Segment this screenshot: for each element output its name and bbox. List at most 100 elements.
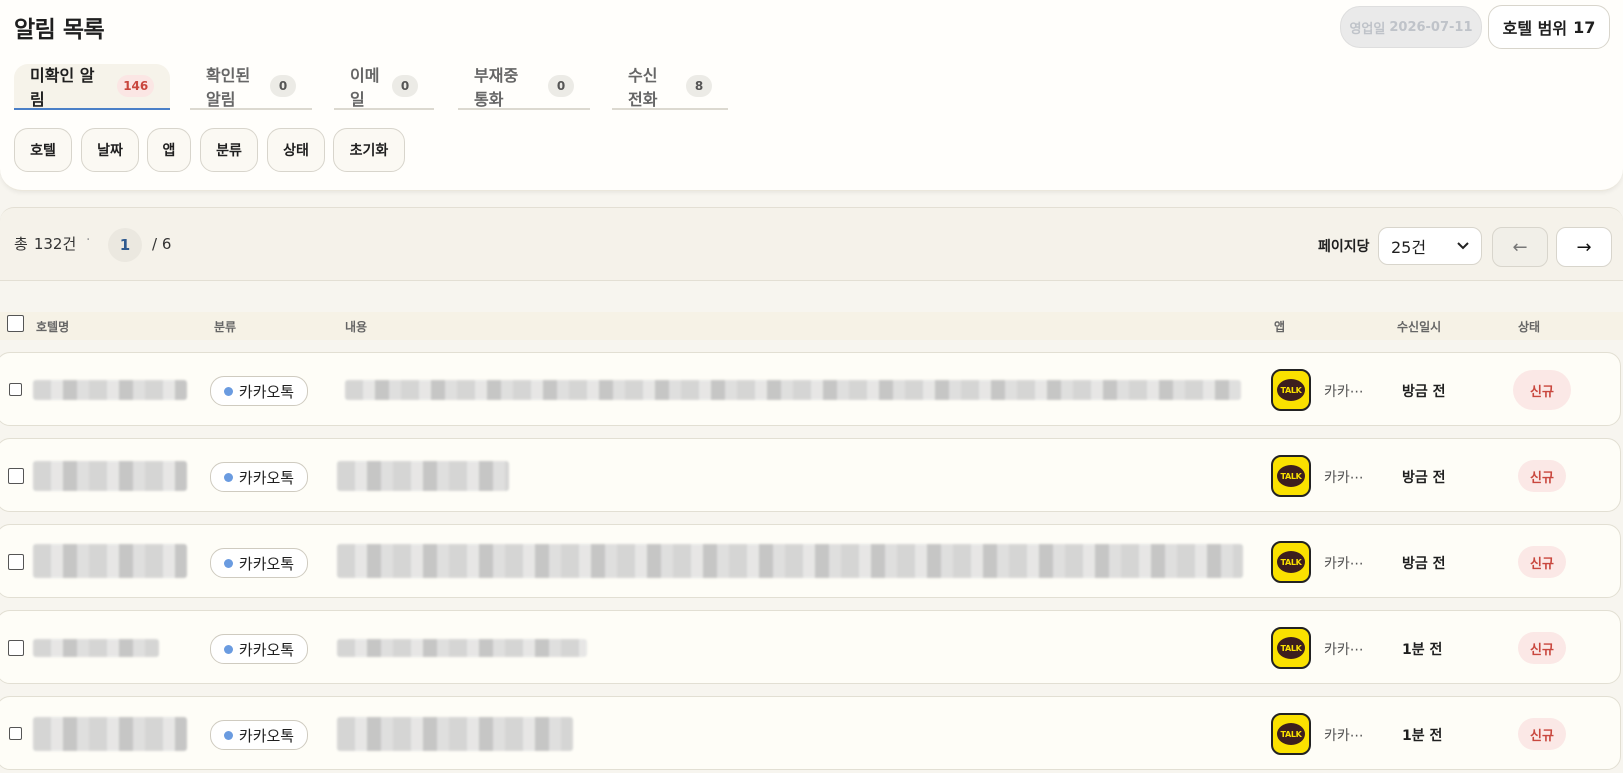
app-name: 카카⋯	[1324, 470, 1364, 486]
filter-category-button[interactable]: 분류	[200, 128, 258, 172]
tab-unread[interactable]: 미확인 알림 146	[14, 64, 170, 110]
category-pill: 카카오톡	[210, 376, 308, 406]
column-hotel[interactable]: 호텔명	[36, 318, 69, 335]
status-badge: 신규	[1518, 546, 1566, 578]
status-badge: 신규	[1518, 632, 1566, 664]
app-name: 카카⋯	[1324, 384, 1364, 400]
category-dot-icon	[223, 730, 233, 740]
row-checkbox[interactable]	[8, 468, 24, 484]
table-header: 호텔명 분류 내용 앱 수신일시 상태	[0, 312, 1623, 340]
hotel-range-button[interactable]: 호텔 범위 17	[1488, 5, 1610, 49]
table-row[interactable]: 카카오톡 TALK 카카⋯ 방금 전 신규	[0, 524, 1621, 598]
business-date-label: 영업일	[1349, 21, 1386, 37]
current-page[interactable]: 1	[108, 228, 142, 262]
tab-confirmed[interactable]: 확인된 알림 0	[190, 64, 312, 110]
tab-label: 부재중 통화	[474, 66, 519, 109]
column-category[interactable]: 분류	[214, 318, 236, 335]
status-badge: 신규	[1518, 460, 1566, 492]
talk-bubble-icon: TALK	[1277, 465, 1305, 487]
total-label: 총	[14, 235, 28, 253]
total-count: 총 132건	[14, 233, 76, 254]
category-pill: 카카오톡	[210, 548, 308, 578]
category-label: 카카오톡	[238, 554, 295, 573]
category-dot-icon	[223, 472, 233, 482]
category-pill: 카카오톡	[210, 720, 308, 750]
total-value: 132건	[33, 235, 77, 253]
row-checkbox[interactable]	[9, 727, 22, 740]
column-app[interactable]: 앱	[1274, 318, 1285, 335]
filter-hotel-button[interactable]: 호텔	[14, 128, 72, 172]
kakaotalk-icon: TALK	[1271, 627, 1311, 669]
tab-label: 수신 전화	[628, 66, 658, 109]
row-checkbox[interactable]	[9, 383, 22, 396]
hotel-name-redacted	[33, 639, 159, 657]
received-time: 방금 전	[1402, 556, 1446, 572]
row-checkbox[interactable]	[8, 554, 24, 570]
kakaotalk-icon: TALK	[1271, 541, 1311, 583]
filter-date-button[interactable]: 날짜	[81, 128, 139, 172]
category-dot-icon	[223, 644, 233, 654]
row-checkbox[interactable]	[8, 640, 24, 656]
kakaotalk-icon: TALK	[1271, 713, 1311, 755]
tab-incoming-calls[interactable]: 수신 전화 8	[612, 64, 728, 110]
tab-label: 이메일	[350, 66, 380, 109]
page-title: 알림 목록	[14, 17, 105, 43]
tab-label: 미확인 알림	[30, 66, 95, 109]
table-row[interactable]: 카카오톡 TALK 카카⋯ 1분 전 신규	[0, 696, 1621, 770]
content-redacted	[337, 639, 587, 657]
tab-email[interactable]: 이메일 0	[334, 64, 434, 110]
status-badge: 신규	[1513, 370, 1571, 410]
business-date-value: 2026-07-11	[1389, 19, 1473, 35]
received-time: 방금 전	[1402, 470, 1446, 486]
hotel-name-redacted	[33, 717, 187, 751]
category-label: 카카오톡	[238, 468, 295, 487]
tab-count-badge: 0	[270, 75, 296, 97]
tab-count-badge: 0	[392, 75, 418, 97]
chevron-down-icon	[1457, 242, 1469, 250]
category-label: 카카오톡	[238, 382, 295, 401]
tab-count-badge: 146	[117, 75, 154, 97]
app-name: 카카⋯	[1324, 728, 1364, 744]
table-row[interactable]: 카카오톡 TALK 카카⋯ 1분 전 신규	[0, 610, 1621, 684]
talk-bubble-icon: TALK	[1277, 551, 1305, 573]
column-content[interactable]: 내용	[345, 318, 367, 335]
select-all-checkbox[interactable]	[7, 315, 24, 332]
talk-bubble-icon: TALK	[1277, 637, 1305, 659]
category-label: 카카오톡	[238, 726, 295, 745]
hotel-name-redacted	[33, 544, 187, 578]
next-page-button[interactable]: →	[1556, 227, 1612, 267]
tab-count-badge: 8	[686, 75, 712, 97]
filter-app-button[interactable]: 앱	[147, 128, 191, 172]
pagination-toolbar: 총 132건 · 1 / 6 페이지당 25건 ← →	[0, 207, 1623, 281]
table-row[interactable]: 카카오톡 TALK 카카⋯ 방금 전 신규	[0, 438, 1621, 512]
prev-page-button[interactable]: ←	[1492, 227, 1548, 267]
kakaotalk-icon: TALK	[1271, 455, 1311, 497]
category-pill: 카카오톡	[210, 462, 308, 492]
column-received[interactable]: 수신일시	[1397, 318, 1441, 335]
table-row[interactable]: 카카오톡 TALK 카카⋯ 방금 전 신규	[0, 352, 1621, 426]
per-page-select[interactable]: 25건	[1378, 227, 1482, 265]
business-date-pill: 영업일 2026-07-11	[1340, 6, 1482, 48]
talk-bubble-icon: TALK	[1277, 723, 1305, 745]
per-page-value: 25건	[1391, 238, 1427, 257]
received-time: 1분 전	[1402, 728, 1443, 744]
received-time: 방금 전	[1402, 384, 1446, 400]
filter-reset-button[interactable]: 초기화	[333, 128, 405, 172]
tab-count-badge: 0	[548, 75, 574, 97]
filter-status-button[interactable]: 상태	[267, 128, 325, 172]
talk-bubble-icon: TALK	[1277, 379, 1305, 401]
category-dot-icon	[223, 386, 233, 396]
status-badge: 신규	[1518, 718, 1566, 750]
tab-missed-calls[interactable]: 부재중 통화 0	[458, 64, 590, 110]
filter-card: 알림 목록 영업일 2026-07-11 호텔 범위 17 미확인 알림 146…	[0, 0, 1623, 191]
content-redacted	[345, 380, 1241, 400]
category-dot-icon	[223, 558, 233, 568]
app-name: 카카⋯	[1324, 556, 1364, 572]
category-label: 카카오톡	[238, 640, 295, 659]
hotel-name-redacted	[33, 461, 187, 491]
separator-dot: ·	[86, 232, 91, 248]
column-status[interactable]: 상태	[1518, 318, 1540, 335]
hotel-name-redacted	[33, 380, 187, 400]
hotel-range-label: 호텔 범위	[1502, 19, 1568, 38]
received-time: 1분 전	[1402, 642, 1443, 658]
